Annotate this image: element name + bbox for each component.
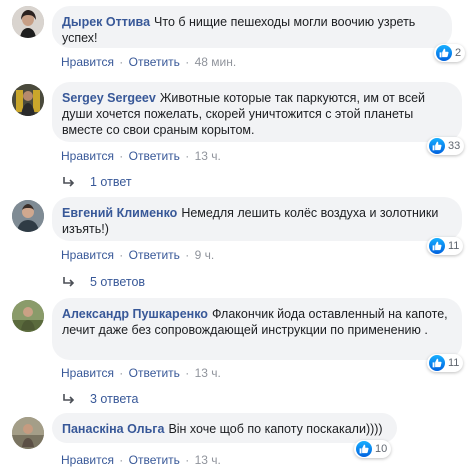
separator: · — [185, 453, 190, 467]
separator: · — [119, 55, 124, 69]
like-icon — [436, 45, 452, 61]
timestamp[interactable]: 13 ч. — [195, 149, 221, 163]
avatar-image — [12, 84, 44, 116]
separator: · — [185, 149, 190, 163]
separator: · — [185, 366, 190, 380]
reaction-count[interactable]: 2 — [434, 44, 466, 62]
like-button[interactable]: Нравится — [61, 149, 114, 163]
separator: · — [119, 453, 124, 467]
avatar[interactable] — [12, 6, 44, 38]
comment-bubble: Панаскіна Ольга Він хоче щоб по капоту по… — [52, 413, 397, 443]
comment-bubble: Евгений Клименко Немедля лешить колёс воз… — [52, 197, 462, 241]
replies-count: 3 ответа — [90, 392, 139, 406]
like-button[interactable]: Нравится — [61, 55, 114, 69]
comment-bubble: Александр Пушкаренко Флакончик йода остав… — [52, 298, 462, 360]
comment-bubble: Дырек Оттива Что б нищие пешеходы могли в… — [52, 6, 452, 48]
comment-author[interactable]: Sergey Sergeev — [62, 91, 156, 105]
comment-actions: Нравится · Ответить · 13 ч. — [61, 366, 221, 380]
avatar-image — [12, 200, 44, 232]
separator: · — [185, 248, 190, 262]
reply-button[interactable]: Ответить — [129, 149, 180, 163]
like-button[interactable]: Нравится — [61, 366, 114, 380]
timestamp[interactable]: 13 ч. — [195, 453, 221, 467]
reply-button[interactable]: Ответить — [129, 55, 180, 69]
separator: · — [119, 248, 124, 262]
comment-bubble: Sergey Sergeev Животные которые так парку… — [52, 82, 462, 142]
reply-button[interactable]: Ответить — [129, 366, 180, 380]
comment-author[interactable]: Панаскіна Ольга — [62, 422, 164, 436]
like-button[interactable]: Нравится — [61, 453, 114, 467]
comment: Евгений Клименко Немедля лешить колёс воз… — [0, 197, 471, 297]
timestamp[interactable]: 48 мин. — [195, 55, 237, 69]
view-replies-link[interactable]: 5 ответов — [62, 275, 145, 289]
replies-count: 5 ответов — [90, 275, 146, 289]
reaction-count[interactable]: 11 — [427, 237, 464, 255]
like-button[interactable]: Нравится — [61, 248, 114, 262]
comment: Александр Пушкаренко Флакончик йода остав… — [0, 298, 471, 410]
avatar[interactable] — [12, 417, 44, 449]
reply-arrow-icon — [62, 393, 76, 405]
reaction-count[interactable]: 10 — [354, 440, 392, 458]
avatar-image — [12, 417, 44, 449]
avatar-image — [12, 300, 44, 332]
comment-text: Він хоче щоб по капоту поскакали)))) — [168, 422, 383, 436]
avatar-image — [12, 6, 44, 38]
avatar[interactable] — [12, 200, 44, 232]
comment: Sergey Sergeev Животные которые так парку… — [0, 82, 471, 192]
reaction-number: 10 — [375, 443, 388, 455]
reply-arrow-icon — [62, 176, 76, 188]
comment-author[interactable]: Евгений Клименко — [62, 206, 177, 220]
replies-count: 1 ответ — [90, 175, 132, 189]
reply-arrow-icon — [62, 276, 76, 288]
comment-actions: Нравится · Ответить · 13 ч. — [61, 453, 221, 467]
timestamp[interactable]: 9 ч. — [195, 248, 215, 262]
reaction-number: 2 — [455, 47, 462, 59]
like-icon — [429, 355, 445, 371]
like-icon — [356, 441, 372, 457]
comment-actions: Нравится · Ответить · 48 мин. — [61, 55, 236, 69]
comment: Панаскіна Ольга Він хоче щоб по капоту по… — [0, 413, 471, 469]
separator: · — [185, 55, 190, 69]
comment: Дырек Оттива Что б нищие пешеходы могли в… — [0, 0, 471, 72]
comment-author[interactable]: Дырек Оттива — [62, 15, 150, 29]
timestamp[interactable]: 13 ч. — [195, 366, 221, 380]
separator: · — [119, 366, 124, 380]
separator: · — [119, 149, 124, 163]
avatar[interactable] — [12, 300, 44, 332]
comment-actions: Нравится · Ответить · 13 ч. — [61, 149, 221, 163]
reply-button[interactable]: Ответить — [129, 248, 180, 262]
comment-author[interactable]: Александр Пушкаренко — [62, 307, 208, 321]
reaction-count[interactable]: 11 — [427, 354, 464, 372]
view-replies-link[interactable]: 1 ответ — [62, 175, 132, 189]
avatar[interactable] — [12, 84, 44, 116]
reply-button[interactable]: Ответить — [129, 453, 180, 467]
view-replies-link[interactable]: 3 ответа — [62, 392, 138, 406]
reaction-number: 33 — [448, 140, 461, 152]
reaction-number: 11 — [448, 240, 460, 252]
reaction-count[interactable]: 33 — [427, 137, 465, 155]
like-icon — [429, 138, 445, 154]
comment-actions: Нравится · Ответить · 9 ч. — [61, 248, 214, 262]
reaction-number: 11 — [448, 357, 460, 369]
like-icon — [429, 238, 445, 254]
